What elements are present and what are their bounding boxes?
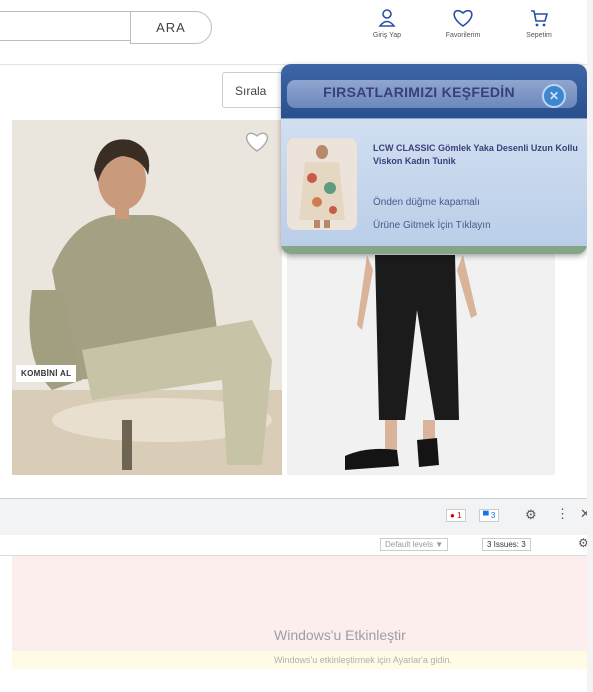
windows-activation-subtitle: Windows'u etkinleştirmek için Ayarlar'a … — [274, 655, 452, 665]
favorite-toggle-product-1[interactable] — [244, 131, 270, 158]
favorites-label: Favorilerim — [445, 32, 481, 39]
cart-link[interactable]: Sepetim — [511, 8, 567, 39]
cart-icon — [531, 10, 549, 27]
heart-icon — [453, 9, 473, 27]
more-options-icon[interactable]: ⋮ — [556, 506, 569, 522]
popup-product-link[interactable]: Ürüne Gitmek İçin Tıklayın — [373, 220, 491, 231]
popup-product-name[interactable]: LCW CLASSIC Gömlek Yaka Desenli Uzun Kol… — [373, 142, 585, 168]
favorites-link[interactable]: Favorilerim — [435, 8, 491, 39]
log-levels-dropdown[interactable]: Default levels ▼ — [380, 538, 449, 551]
issues-button[interactable]: 3 Issues: 3 — [482, 538, 531, 551]
devtools-toolbar — [0, 498, 593, 535]
site-header: ARA Giriş Yap Favorilerim Sepetim — [0, 0, 593, 62]
gear-icon[interactable]: ⚙ — [525, 507, 537, 523]
devtools-error-count[interactable]: ● 1 — [446, 509, 466, 522]
close-icon[interactable]: ✕ — [542, 84, 566, 108]
error-count-value: 1 — [457, 511, 462, 520]
message-count-value: 3 — [490, 511, 496, 520]
devtools-message-count[interactable]: ▀ 3 — [479, 509, 500, 522]
promo-popup: FIRSATLARIMIZI KEŞFEDİN ✕ LCW CLASSIC Gö… — [281, 64, 587, 254]
popup-title: FIRSATLARIMIZI KEŞFEDİN — [323, 84, 515, 100]
heart-outline-icon — [246, 132, 268, 152]
sort-button[interactable]: Sırala — [222, 72, 284, 108]
tunic-thumbnail-image — [287, 138, 357, 230]
product-image-1[interactable] — [12, 120, 282, 475]
cart-label: Sepetim — [526, 32, 552, 39]
login-link[interactable]: Giriş Yap — [359, 8, 415, 39]
product-photo-woman-seated — [12, 120, 282, 475]
user-icon — [378, 9, 396, 27]
popup-product-description: Önden düğme kapamalı — [373, 197, 480, 208]
search-button[interactable]: ARA — [130, 11, 212, 44]
search-input[interactable] — [0, 11, 130, 41]
popup-product-thumbnail[interactable] — [287, 138, 357, 230]
popup-bottom-strip — [281, 246, 587, 254]
login-label: Giriş Yap — [372, 32, 402, 39]
page-scrollbar[interactable] — [587, 0, 593, 692]
windows-activation-title: Windows'u Etkinleştir — [274, 627, 406, 643]
combine-badge[interactable]: KOMBİNİ AL — [16, 365, 77, 382]
